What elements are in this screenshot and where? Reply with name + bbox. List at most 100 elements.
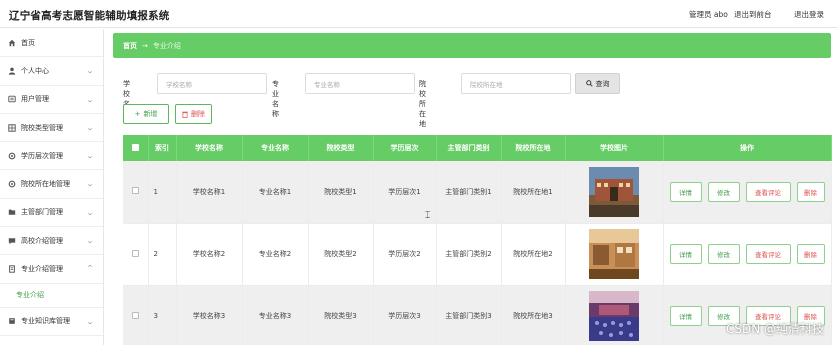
cell-dept: 主管部门类别1 bbox=[436, 161, 502, 224]
delete-button[interactable]: 删除 bbox=[796, 181, 825, 202]
top-header: 辽宁省高考志愿智能辅助填报系统 管理员 abo 退出到前台 退出登录 bbox=[0, 0, 838, 28]
cell-operations: 详情 修改 查看评论 删除 bbox=[663, 223, 832, 286]
sidebar-item-label: 个人中心 bbox=[21, 66, 49, 75]
cell-location: 院校所在地1 bbox=[501, 161, 566, 224]
chevron-down-icon: ⌄ bbox=[85, 180, 95, 189]
cell-major: 专业名称2 bbox=[242, 223, 309, 286]
school-name-input[interactable]: 学校名称 bbox=[157, 73, 267, 94]
user-icon bbox=[8, 67, 16, 75]
sidebar-item-label: 高校介绍管理 bbox=[21, 236, 63, 245]
sidebar-item-major-knowledge[interactable]: 专业知识库管理 ⌄ bbox=[0, 308, 103, 336]
breadcrumb-current: 专业介绍 bbox=[152, 41, 181, 50]
column-header: 专业名称 bbox=[242, 135, 309, 161]
search-icon bbox=[585, 80, 593, 87]
edit-button[interactable]: 修改 bbox=[707, 244, 740, 264]
breadcrumb: 首页 → 专业介绍 bbox=[113, 33, 831, 58]
cell-school: 学校名称3 bbox=[176, 285, 243, 345]
chevron-down-icon: ⌄ bbox=[85, 67, 95, 76]
add-button[interactable]: + 新增 bbox=[123, 104, 169, 124]
trash-icon bbox=[182, 111, 188, 118]
cell-type: 院校类型1 bbox=[308, 161, 374, 224]
cell-major: 专业名称3 bbox=[242, 285, 309, 345]
cell-level: 学历层次3 bbox=[373, 285, 437, 345]
sidebar-subitem-major-intro[interactable]: 专业介绍 bbox=[0, 284, 103, 308]
chevron-up-icon: ⌄ bbox=[85, 263, 95, 272]
chat-icon bbox=[8, 237, 16, 244]
row-checkbox[interactable] bbox=[123, 223, 149, 286]
detail-button[interactable]: 详情 bbox=[669, 244, 702, 264]
cell-image bbox=[565, 161, 664, 224]
sidebar-item-school-type[interactable]: 院校类型管理 ⌄ bbox=[0, 114, 103, 143]
sidebar-item-users[interactable]: 用户管理 ⌄ bbox=[0, 86, 103, 114]
sidebar-item-location[interactable]: 院校所在地管理 ⌄ bbox=[0, 170, 103, 199]
folder-icon bbox=[8, 210, 16, 216]
cell-image bbox=[565, 285, 664, 345]
watermark: CSDN @纯清科技 bbox=[725, 322, 824, 336]
column-header: 操作 bbox=[663, 135, 832, 161]
cell-school: 学校名称1 bbox=[176, 161, 243, 224]
sidebar-item-label: 院校类型管理 bbox=[21, 123, 63, 132]
exit-to-front-link[interactable]: 退出到前台 bbox=[734, 9, 772, 20]
home-icon bbox=[8, 39, 16, 46]
view-comments-button[interactable]: 查看评论 bbox=[745, 244, 791, 264]
cell-type: 院校类型3 bbox=[308, 285, 374, 345]
gear-icon bbox=[8, 180, 16, 188]
detail-button[interactable]: 详情 bbox=[669, 181, 702, 202]
cell-operations: 详情 修改 查看评论 删除 bbox=[663, 161, 832, 224]
logout-link[interactable]: 退出登录 bbox=[794, 9, 824, 20]
chevron-down-icon: ⌄ bbox=[85, 208, 95, 217]
query-button-label: 查询 bbox=[595, 79, 610, 88]
cell-index: 2 bbox=[148, 223, 177, 286]
query-button[interactable]: 查询 bbox=[575, 73, 620, 94]
school-photo bbox=[589, 229, 639, 279]
delete-button[interactable]: 删除 bbox=[796, 244, 825, 264]
cell-image bbox=[565, 223, 664, 286]
sidebar-item-department[interactable]: 主管部门管理 ⌄ bbox=[0, 199, 103, 228]
book-icon bbox=[9, 318, 15, 325]
cell-school: 学校名称2 bbox=[176, 223, 243, 286]
document-icon bbox=[9, 265, 15, 273]
row-checkbox[interactable] bbox=[123, 285, 149, 345]
row-checkbox[interactable] bbox=[123, 161, 149, 224]
major-name-input[interactable]: 专业名称 bbox=[305, 73, 415, 94]
column-header: 院校类型 bbox=[308, 135, 374, 161]
chevron-down-icon: ⌄ bbox=[85, 237, 95, 246]
table-row: 1 学校名称1 专业名称1 院校类型1 学历层次1 主管部门类别1 院校所在地1 bbox=[123, 161, 832, 224]
sidebar-item-home[interactable]: 首页 bbox=[0, 29, 103, 58]
location-input[interactable]: 院校所在地 bbox=[461, 73, 571, 94]
breadcrumb-home[interactable]: 首页 bbox=[123, 41, 137, 51]
cell-location: 院校所在地3 bbox=[501, 285, 566, 345]
admin-username: 管理员 abo bbox=[689, 10, 728, 19]
view-comments-button[interactable]: 查看评论 bbox=[745, 181, 791, 202]
location-label: 院校所在地 bbox=[419, 80, 426, 128]
plus-icon: + bbox=[134, 110, 141, 118]
cell-location: 院校所在地2 bbox=[501, 223, 566, 286]
sidebar-item-major-intro[interactable]: 专业介绍管理 ⌄ bbox=[0, 255, 103, 284]
breadcrumb-separator: → bbox=[142, 41, 148, 50]
school-photo bbox=[589, 166, 639, 217]
table-row: 3 学校名称3 专业名称3 院校类型3 学历层次3 主管部门类别3 院校所在地3 bbox=[123, 285, 832, 345]
sidebar-item-label: 专业介绍管理 bbox=[21, 265, 63, 274]
chevron-down-icon: ⌄ bbox=[85, 317, 95, 326]
column-header: 主管部门类别 bbox=[436, 135, 502, 161]
school-photo bbox=[589, 291, 639, 341]
detail-button[interactable]: 详情 bbox=[669, 306, 702, 326]
select-all-checkbox[interactable] bbox=[123, 135, 149, 161]
sidebar-item-label: 专业知识库管理 bbox=[21, 317, 70, 326]
cell-type: 院校类型2 bbox=[308, 223, 374, 286]
edit-button[interactable]: 修改 bbox=[707, 181, 740, 202]
sidebar: 首页 个人中心 ⌄ 用户管理 ⌄ 院校类型管理 ⌄ 学历层次管理 ⌄ 院校所在地… bbox=[0, 29, 104, 345]
column-header: 索引 bbox=[148, 135, 177, 161]
sidebar-item-label: 用户管理 bbox=[21, 95, 49, 104]
sidebar-item-education-level[interactable]: 学历层次管理 ⌄ bbox=[0, 142, 103, 171]
delete-button-label: 删除 bbox=[191, 110, 205, 118]
cell-dept: 主管部门类别3 bbox=[436, 285, 502, 345]
chevron-down-icon: ⌄ bbox=[85, 152, 95, 161]
app-title: 辽宁省高考志愿智能辅助填报系统 bbox=[9, 10, 170, 22]
major-name-label: 专业名称 bbox=[272, 80, 279, 118]
sidebar-item-university-intro[interactable]: 高校介绍管理 ⌄ bbox=[0, 227, 103, 256]
main-content: 首页 → 专业介绍 学校名称 学校名称 专业名称 专业名称 院校所在地 院校所在… bbox=[104, 29, 838, 345]
mouse-cursor-icon: ⌶ bbox=[425, 211, 431, 221]
sidebar-item-profile[interactable]: 个人中心 ⌄ bbox=[0, 57, 103, 86]
batch-delete-button[interactable]: 删除 bbox=[175, 104, 212, 124]
